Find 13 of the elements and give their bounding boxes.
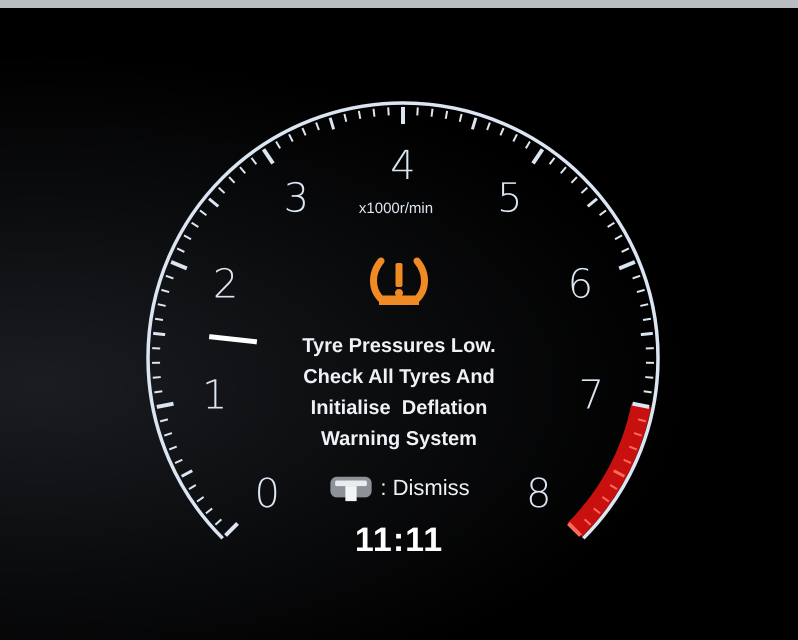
scale-number: 7 [578,372,604,418]
scale-number: 4 [390,143,416,189]
clock: 11:11 [354,521,444,560]
scale-number: 6 [568,262,594,308]
scale-number: 0 [254,470,280,517]
scale-number: 8 [526,470,552,517]
warning-message: Tyre Pressures Low. Check All Tyres And Initialise Deflation Warning System [302,334,496,452]
unit-label: x1000r/min [358,200,434,217]
scale-number: 3 [284,175,310,222]
scale-number: 1 [202,372,228,418]
scale-number: 2 [212,262,238,308]
dismiss-label: : Dismiss [380,475,470,501]
scale-number: 5 [496,175,522,222]
